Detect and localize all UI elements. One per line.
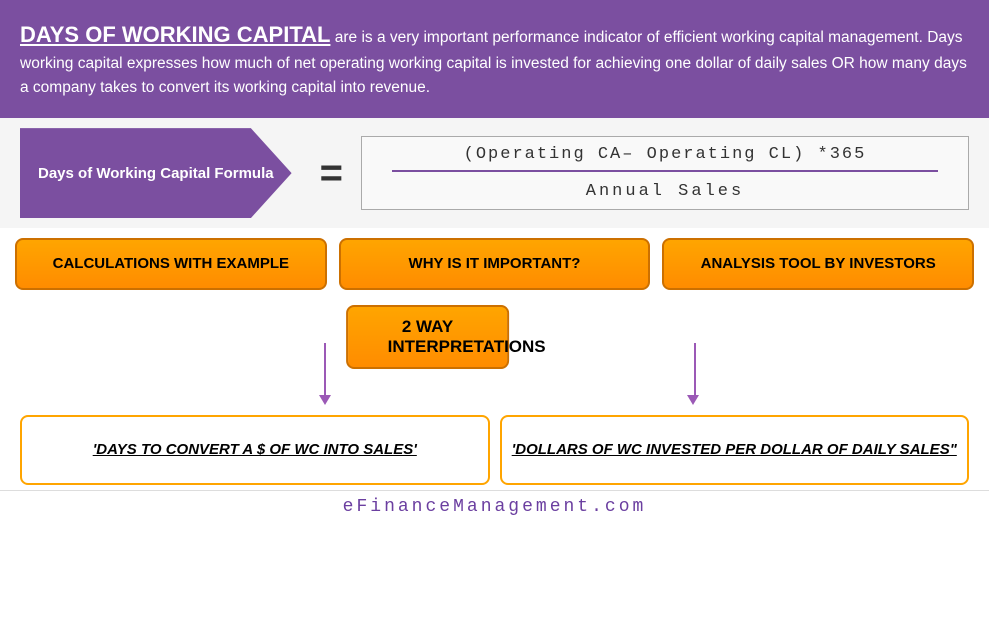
main-container: DAYS OF WORKING CAPITAL are is a very im… <box>0 0 989 629</box>
footer: eFinanceManagement.com <box>0 490 989 523</box>
formula-section: Days of Working Capital Formula = (Opera… <box>0 118 989 228</box>
formula-denominator: Annual Sales <box>392 178 938 201</box>
header-bold-title: DAYS OF WORKING CAPITAL <box>20 22 330 47</box>
buttons-row: CALCULATIONS WITH EXAMPLE WHY IS IT IMPO… <box>0 228 989 300</box>
formula-numerator: (Operating CA– Operating CL) *365 <box>392 145 938 172</box>
interp-boxes-row: 'DAYS TO CONVERT A $ OF WC INTO SALES' '… <box>15 415 974 485</box>
header-section: DAYS OF WORKING CAPITAL are is a very im… <box>0 0 989 118</box>
interp-box-dollars: 'DOLLARS OF WC INVESTED PER DOLLAR OF DA… <box>500 415 970 485</box>
interpretations-section: 2 WAY INTERPRETATIONS 'DAYS TO CONVERT A… <box>0 300 989 490</box>
interpretations-banner[interactable]: 2 WAY INTERPRETATIONS <box>346 305 510 369</box>
equals-sign: = <box>320 151 343 196</box>
formula-box: (Operating CA– Operating CL) *365 Annual… <box>361 136 969 210</box>
formula-label-text: Days of Working Capital Formula <box>38 165 274 182</box>
button-why-important[interactable]: WHY IS IT IMPORTANT? <box>339 238 651 290</box>
button-calculations[interactable]: CALCULATIONS WITH EXAMPLE <box>15 238 327 290</box>
button-analysis-tool[interactable]: ANALYSIS TOOL BY INVESTORS <box>662 238 974 290</box>
formula-arrow-label: Days of Working Capital Formula <box>20 128 292 218</box>
interp-box-days: 'DAYS TO CONVERT A $ OF WC INTO SALES' <box>20 415 490 485</box>
